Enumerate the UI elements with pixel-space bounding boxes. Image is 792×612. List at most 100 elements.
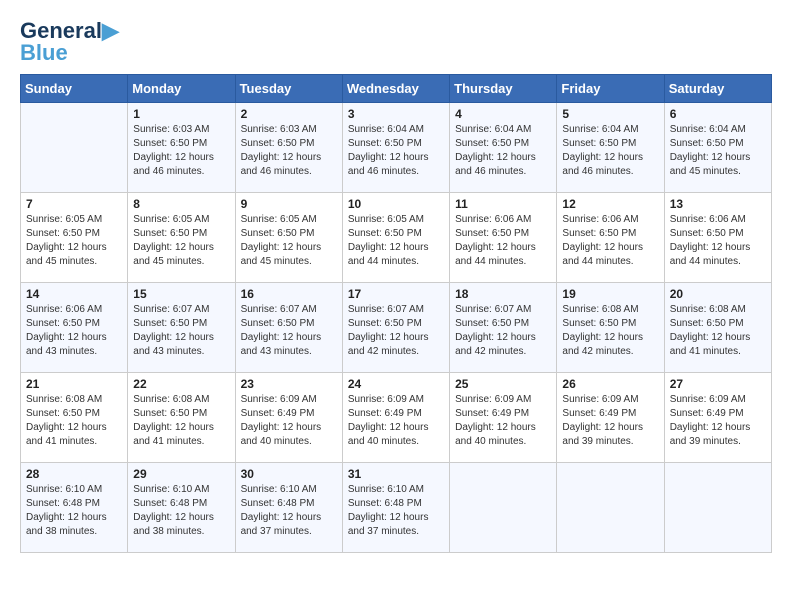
day-number: 27 [670, 377, 766, 391]
calendar-cell: 7 Sunrise: 6:05 AM Sunset: 6:50 PM Daylig… [21, 193, 128, 283]
day-info: Sunrise: 6:07 AM Sunset: 6:50 PM Dayligh… [455, 303, 551, 359]
day-number: 10 [348, 197, 444, 211]
day-info: Sunrise: 6:06 AM Sunset: 6:50 PM Dayligh… [562, 213, 658, 269]
day-info: Sunrise: 6:03 AM Sunset: 6:50 PM Dayligh… [133, 123, 229, 179]
day-number: 2 [241, 107, 337, 121]
day-number: 12 [562, 197, 658, 211]
day-number: 29 [133, 467, 229, 481]
col-header-saturday: Saturday [664, 75, 771, 103]
day-info: Sunrise: 6:06 AM Sunset: 6:50 PM Dayligh… [670, 213, 766, 269]
day-info: Sunrise: 6:06 AM Sunset: 6:50 PM Dayligh… [26, 303, 122, 359]
day-info: Sunrise: 6:07 AM Sunset: 6:50 PM Dayligh… [348, 303, 444, 359]
calendar-cell: 23Sunrise: 6:09 AM Sunset: 6:49 PM Dayli… [235, 373, 342, 463]
day-info: Sunrise: 6:10 AM Sunset: 6:48 PM Dayligh… [348, 483, 444, 539]
calendar-cell [21, 103, 128, 193]
calendar-cell: 10Sunrise: 6:05 AM Sunset: 6:50 PM Dayli… [342, 193, 449, 283]
day-number: 26 [562, 377, 658, 391]
day-info: Sunrise: 6:04 AM Sunset: 6:50 PM Dayligh… [348, 123, 444, 179]
logo-text: General▶Blue [20, 20, 119, 64]
day-number: 8 [133, 197, 229, 211]
day-number: 6 [670, 107, 766, 121]
day-info: Sunrise: 6:05 AM Sunset: 6:50 PM Dayligh… [133, 213, 229, 269]
logo: General▶Blue [20, 20, 119, 64]
week-row-2: 7 Sunrise: 6:05 AM Sunset: 6:50 PM Daylig… [21, 193, 772, 283]
calendar-cell: 18 Sunrise: 6:07 AM Sunset: 6:50 PM Dayli… [450, 283, 557, 373]
day-number: 14 [26, 287, 122, 301]
day-number: 18 [455, 287, 551, 301]
day-info: Sunrise: 6:09 AM Sunset: 6:49 PM Dayligh… [455, 393, 551, 449]
col-header-tuesday: Tuesday [235, 75, 342, 103]
calendar-cell: 28Sunrise: 6:10 AM Sunset: 6:48 PM Dayli… [21, 463, 128, 553]
day-info: Sunrise: 6:07 AM Sunset: 6:50 PM Dayligh… [241, 303, 337, 359]
day-number: 1 [133, 107, 229, 121]
day-info: Sunrise: 6:08 AM Sunset: 6:50 PM Dayligh… [562, 303, 658, 359]
day-number: 21 [26, 377, 122, 391]
calendar-cell: 3 Sunrise: 6:04 AM Sunset: 6:50 PM Daylig… [342, 103, 449, 193]
day-number: 23 [241, 377, 337, 391]
calendar-cell: 12 Sunrise: 6:06 AM Sunset: 6:50 PM Dayli… [557, 193, 664, 283]
calendar-cell: 21 Sunrise: 6:08 AM Sunset: 6:50 PM Dayli… [21, 373, 128, 463]
calendar-cell: 5 Sunrise: 6:04 AM Sunset: 6:50 PM Daylig… [557, 103, 664, 193]
calendar-cell: 1 Sunrise: 6:03 AM Sunset: 6:50 PM Daylig… [128, 103, 235, 193]
day-info: Sunrise: 6:05 AM Sunset: 6:50 PM Dayligh… [241, 213, 337, 269]
day-number: 31 [348, 467, 444, 481]
calendar-cell [450, 463, 557, 553]
day-info: Sunrise: 6:09 AM Sunset: 6:49 PM Dayligh… [348, 393, 444, 449]
day-info: Sunrise: 6:04 AM Sunset: 6:50 PM Dayligh… [562, 123, 658, 179]
calendar-cell: 27 Sunrise: 6:09 AM Sunset: 6:49 PM Dayli… [664, 373, 771, 463]
day-info: Sunrise: 6:06 AM Sunset: 6:50 PM Dayligh… [455, 213, 551, 269]
calendar-cell: 24 Sunrise: 6:09 AM Sunset: 6:49 PM Dayli… [342, 373, 449, 463]
day-number: 11 [455, 197, 551, 211]
day-number: 25 [455, 377, 551, 391]
col-header-sunday: Sunday [21, 75, 128, 103]
calendar-cell: 19 Sunrise: 6:08 AM Sunset: 6:50 PM Dayli… [557, 283, 664, 373]
day-info: Sunrise: 6:03 AM Sunset: 6:50 PM Dayligh… [241, 123, 337, 179]
header-row: SundayMondayTuesdayWednesdayThursdayFrid… [21, 75, 772, 103]
calendar-cell: 17Sunrise: 6:07 AM Sunset: 6:50 PM Dayli… [342, 283, 449, 373]
day-info: Sunrise: 6:10 AM Sunset: 6:48 PM Dayligh… [26, 483, 122, 539]
day-number: 16 [241, 287, 337, 301]
calendar-cell [557, 463, 664, 553]
calendar-cell: 13Sunrise: 6:06 AM Sunset: 6:50 PM Dayli… [664, 193, 771, 283]
calendar-table: SundayMondayTuesdayWednesdayThursdayFrid… [20, 74, 772, 553]
day-info: Sunrise: 6:08 AM Sunset: 6:50 PM Dayligh… [26, 393, 122, 449]
day-info: Sunrise: 6:07 AM Sunset: 6:50 PM Dayligh… [133, 303, 229, 359]
day-number: 24 [348, 377, 444, 391]
calendar-cell: 20 Sunrise: 6:08 AM Sunset: 6:50 PM Dayli… [664, 283, 771, 373]
calendar-cell: 8 Sunrise: 6:05 AM Sunset: 6:50 PM Daylig… [128, 193, 235, 283]
day-number: 7 [26, 197, 122, 211]
day-info: Sunrise: 6:09 AM Sunset: 6:49 PM Dayligh… [562, 393, 658, 449]
calendar-cell: 2 Sunrise: 6:03 AM Sunset: 6:50 PM Daylig… [235, 103, 342, 193]
day-number: 19 [562, 287, 658, 301]
calendar-cell: 16 Sunrise: 6:07 AM Sunset: 6:50 PM Dayli… [235, 283, 342, 373]
calendar-cell: 15Sunrise: 6:07 AM Sunset: 6:50 PM Dayli… [128, 283, 235, 373]
day-number: 30 [241, 467, 337, 481]
day-info: Sunrise: 6:10 AM Sunset: 6:48 PM Dayligh… [241, 483, 337, 539]
calendar-cell: 11 Sunrise: 6:06 AM Sunset: 6:50 PM Dayli… [450, 193, 557, 283]
col-header-thursday: Thursday [450, 75, 557, 103]
col-header-wednesday: Wednesday [342, 75, 449, 103]
day-info: Sunrise: 6:09 AM Sunset: 6:49 PM Dayligh… [670, 393, 766, 449]
day-number: 9 [241, 197, 337, 211]
day-info: Sunrise: 6:08 AM Sunset: 6:50 PM Dayligh… [670, 303, 766, 359]
day-number: 20 [670, 287, 766, 301]
day-number: 4 [455, 107, 551, 121]
calendar-cell: 31 Sunrise: 6:10 AM Sunset: 6:48 PM Dayli… [342, 463, 449, 553]
col-header-monday: Monday [128, 75, 235, 103]
calendar-cell: 4 Sunrise: 6:04 AM Sunset: 6:50 PM Daylig… [450, 103, 557, 193]
calendar-cell [664, 463, 771, 553]
week-row-3: 14 Sunrise: 6:06 AM Sunset: 6:50 PM Dayli… [21, 283, 772, 373]
day-info: Sunrise: 6:04 AM Sunset: 6:50 PM Dayligh… [670, 123, 766, 179]
col-header-friday: Friday [557, 75, 664, 103]
day-info: Sunrise: 6:04 AM Sunset: 6:50 PM Dayligh… [455, 123, 551, 179]
day-info: Sunrise: 6:05 AM Sunset: 6:50 PM Dayligh… [26, 213, 122, 269]
day-number: 22 [133, 377, 229, 391]
page-header: General▶Blue [20, 20, 772, 64]
day-number: 3 [348, 107, 444, 121]
calendar-cell: 9 Sunrise: 6:05 AM Sunset: 6:50 PM Daylig… [235, 193, 342, 283]
calendar-cell: 30 Sunrise: 6:10 AM Sunset: 6:48 PM Dayli… [235, 463, 342, 553]
day-info: Sunrise: 6:08 AM Sunset: 6:50 PM Dayligh… [133, 393, 229, 449]
week-row-4: 21 Sunrise: 6:08 AM Sunset: 6:50 PM Dayli… [21, 373, 772, 463]
calendar-cell: 29Sunrise: 6:10 AM Sunset: 6:48 PM Dayli… [128, 463, 235, 553]
day-number: 5 [562, 107, 658, 121]
